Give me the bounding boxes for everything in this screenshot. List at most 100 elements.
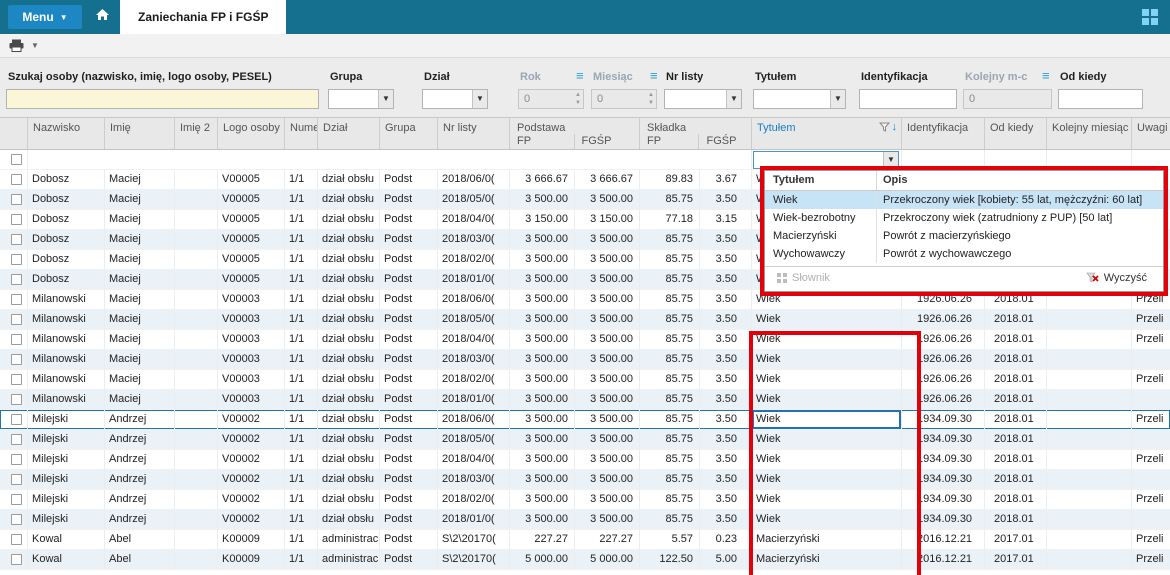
cell-uw[interactable]: Przeli: [1132, 550, 1170, 569]
cell-uw[interactable]: Przeli: [1132, 410, 1170, 429]
table-row[interactable]: Milanowski Maciej V00003 1/1 dział obsłu Pods…: [0, 370, 1170, 390]
tab-zaniechania[interactable]: Zaniechania FP i FGŚP: [120, 0, 287, 34]
table-row[interactable]: Milejski Andrzej V00002 1/1 dział obsłu Podst…: [0, 410, 1170, 430]
cell-ty[interactable]: Wiek: [752, 510, 902, 529]
cell-nl[interactable]: 2018/04/0(: [438, 330, 510, 349]
cell-id[interactable]: 2016.12.21: [902, 530, 985, 549]
cell-s1[interactable]: 85.75: [640, 190, 700, 209]
cell-s2[interactable]: 3.50: [700, 250, 752, 269]
cell-p1[interactable]: 3 500.00: [510, 390, 575, 409]
cell-p2[interactable]: 3 500.00: [575, 410, 640, 429]
cell-s1[interactable]: 85.75: [640, 370, 700, 389]
cell-p2[interactable]: 3 500.00: [575, 370, 640, 389]
cell-nl[interactable]: 2018/02/0(: [438, 370, 510, 389]
cell-dz[interactable]: dział obsłu: [318, 330, 380, 349]
cell-gr[interactable]: Podst: [380, 230, 438, 249]
od-kiedy-input[interactable]: [1058, 89, 1143, 109]
cell-nm[interactable]: 1/1: [285, 410, 318, 429]
cell-uw[interactable]: Przeli: [1132, 530, 1170, 549]
col-header-skladka-fp[interactable]: FP: [640, 134, 700, 149]
cell-p1[interactable]: 3 150.00: [510, 210, 575, 229]
cell-ty[interactable]: Wiek: [752, 450, 902, 469]
cell-s2[interactable]: 0.23: [700, 530, 752, 549]
cell-p1[interactable]: 3 500.00: [510, 490, 575, 509]
dropdown-option[interactable]: Wiek-bezrobotny Przekroczony wiek (zatrud…: [765, 209, 1163, 227]
cell-s2[interactable]: 3.50: [700, 450, 752, 469]
cell-nm[interactable]: 1/1: [285, 430, 318, 449]
col-header-nr-listy[interactable]: Nr listy: [438, 118, 510, 149]
cell-i[interactable]: Maciej: [105, 370, 175, 389]
cell-dz[interactable]: dział obsłu: [318, 270, 380, 289]
cell-gr[interactable]: Podst: [380, 470, 438, 489]
cell-gr[interactable]: Podst: [380, 310, 438, 329]
cell-id[interactable]: 1926.06.26: [902, 350, 985, 369]
kolejny-mc-input[interactable]: 0: [963, 89, 1052, 109]
col-header-skladka[interactable]: Składka: [640, 118, 751, 134]
cell-s2[interactable]: 3.50: [700, 430, 752, 449]
table-row[interactable]: Milanowski Maciej V00003 1/1 dział obsłu Pods…: [0, 390, 1170, 410]
cell-dz[interactable]: dział obsłu: [318, 410, 380, 429]
cell-n[interactable]: Dobosz: [28, 230, 105, 249]
cell-i[interactable]: Maciej: [105, 230, 175, 249]
cell-id[interactable]: 1934.09.30: [902, 450, 985, 469]
cell-ty[interactable]: Wiek: [752, 370, 902, 389]
cell-p1[interactable]: 3 500.00: [510, 290, 575, 309]
cell-gr[interactable]: Podst: [380, 350, 438, 369]
cell-nl[interactable]: 2018/01/0(: [438, 270, 510, 289]
cell-id[interactable]: 1934.09.30: [902, 430, 985, 449]
cell-ty[interactable]: Wiek: [752, 310, 902, 329]
row-checkbox[interactable]: [11, 334, 22, 345]
cell-uw[interactable]: [1132, 430, 1170, 449]
cell-i2[interactable]: [175, 230, 218, 249]
cell-p2[interactable]: 3 500.00: [575, 350, 640, 369]
cell-i2[interactable]: [175, 410, 218, 429]
cell-s1[interactable]: 85.75: [640, 470, 700, 489]
cell-i2[interactable]: [175, 290, 218, 309]
cell-i[interactable]: Maciej: [105, 310, 175, 329]
cell-p1[interactable]: 5 000.00: [510, 550, 575, 569]
cell-id[interactable]: 1934.09.30: [902, 470, 985, 489]
cell-s2[interactable]: 3.50: [700, 490, 752, 509]
cell-n[interactable]: Milejski: [28, 510, 105, 529]
cell-nl[interactable]: S\2\20170(: [438, 550, 510, 569]
cell-gr[interactable]: Podst: [380, 170, 438, 189]
cell-dz[interactable]: dział obsłu: [318, 430, 380, 449]
row-checkbox[interactable]: [11, 374, 22, 385]
cell-ty[interactable]: Wiek: [752, 470, 902, 489]
cell-uw[interactable]: [1132, 470, 1170, 489]
cell-i[interactable]: Abel: [105, 530, 175, 549]
cell-s2[interactable]: 3.50: [700, 270, 752, 289]
cell-dz[interactable]: dział obsłu: [318, 230, 380, 249]
cell-id[interactable]: 2016.12.21: [902, 550, 985, 569]
cell-n[interactable]: Milejski: [28, 430, 105, 449]
cell-od[interactable]: 2018.01: [985, 430, 1047, 449]
cell-od[interactable]: 2018.01: [985, 470, 1047, 489]
row-checkbox[interactable]: [11, 514, 22, 525]
table-row[interactable]: Kowal Abel K00009 1/1 administrac Podst S\2\20…: [0, 550, 1170, 570]
cell-id[interactable]: 1934.09.30: [902, 510, 985, 529]
cell-i[interactable]: Maciej: [105, 270, 175, 289]
cell-dz[interactable]: dział obsłu: [318, 210, 380, 229]
cell-od[interactable]: 2017.01: [985, 550, 1047, 569]
cell-uw[interactable]: [1132, 390, 1170, 409]
cell-s2[interactable]: 3.15: [700, 210, 752, 229]
row-checkbox[interactable]: [11, 254, 22, 265]
cell-lg[interactable]: V00005: [218, 190, 285, 209]
cell-gr[interactable]: Podst: [380, 190, 438, 209]
cell-od[interactable]: 2018.01: [985, 510, 1047, 529]
cell-p2[interactable]: 3 500.00: [575, 250, 640, 269]
cell-i2[interactable]: [175, 330, 218, 349]
cell-km[interactable]: [1047, 550, 1132, 569]
cell-od[interactable]: 2018.01: [985, 330, 1047, 349]
cell-km[interactable]: [1047, 530, 1132, 549]
cell-lg[interactable]: V00005: [218, 170, 285, 189]
row-checkbox[interactable]: [11, 214, 22, 225]
cell-km[interactable]: [1047, 450, 1132, 469]
cell-p1[interactable]: 3 500.00: [510, 330, 575, 349]
cell-lg[interactable]: V00002: [218, 450, 285, 469]
col-header-identyfikacja[interactable]: Identyfikacja: [902, 118, 985, 149]
cell-lg[interactable]: V00005: [218, 230, 285, 249]
row-checkbox[interactable]: [11, 394, 22, 405]
col-header-od-kiedy[interactable]: Od kiedy: [985, 118, 1047, 149]
cell-nl[interactable]: 2018/03/0(: [438, 470, 510, 489]
